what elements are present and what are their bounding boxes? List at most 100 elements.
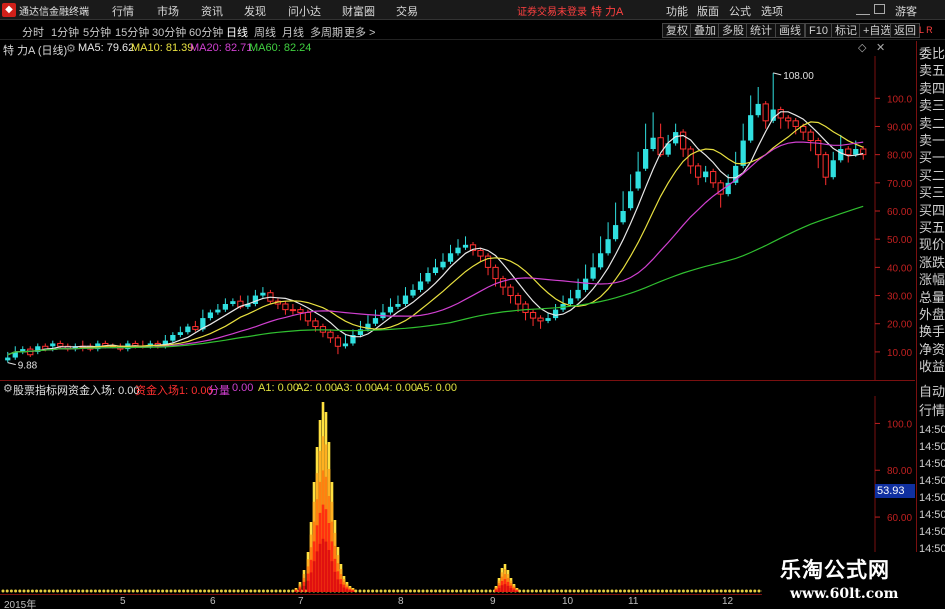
period-monthly[interactable]: 月线 bbox=[282, 24, 304, 40]
panel-tab[interactable]: 自动 bbox=[919, 382, 945, 401]
baseline-dot bbox=[652, 589, 656, 593]
baseline-dot bbox=[665, 589, 669, 593]
period-multi[interactable]: 多周期 bbox=[310, 24, 343, 40]
baseline-dot bbox=[694, 589, 698, 593]
candle-body bbox=[785, 117, 792, 122]
indicator-header: ⚙ 股票指标网 资金入场: 0.00 资金入场1: 0.00 分量 0.00 A… bbox=[0, 380, 915, 397]
indicator-settings-icon[interactable]: ⚙ bbox=[3, 382, 13, 395]
menu-news[interactable]: 资讯 bbox=[201, 3, 223, 19]
indicator-bar bbox=[494, 590, 498, 592]
settings-icon[interactable]: ⚙ bbox=[66, 42, 76, 55]
baseline-dot bbox=[89, 589, 93, 593]
candle-body bbox=[230, 301, 236, 304]
indicator-bar bbox=[318, 543, 322, 592]
close-chart-icon[interactable]: ✕ bbox=[876, 41, 885, 54]
guest-label[interactable]: 游客 bbox=[895, 3, 917, 19]
baseline-dot bbox=[270, 589, 274, 593]
period-30min[interactable]: 30分钟 bbox=[152, 24, 186, 40]
baseline-dot bbox=[186, 589, 190, 593]
a4-value: A4: 0.00 bbox=[376, 382, 417, 394]
maximize-button[interactable] bbox=[874, 4, 885, 14]
baseline-dot bbox=[211, 589, 215, 593]
baseline-dot bbox=[215, 589, 219, 593]
candle-body bbox=[207, 312, 213, 319]
multi-stock-button[interactable]: 多股 bbox=[718, 23, 748, 38]
candle-body bbox=[260, 292, 266, 296]
menu-ask[interactable]: 问小达 bbox=[288, 3, 321, 19]
menu-quotes[interactable]: 行情 bbox=[112, 3, 134, 19]
baseline-dot bbox=[618, 589, 622, 593]
mark-button[interactable]: 标记 bbox=[831, 23, 861, 38]
indicator-bar bbox=[333, 571, 337, 592]
expand-icon[interactable]: ◇ bbox=[858, 41, 866, 54]
baseline-dot bbox=[660, 589, 664, 593]
menu-options[interactable]: 选项 bbox=[761, 3, 783, 19]
panel-tab[interactable]: 行情 bbox=[919, 401, 945, 420]
period-intraday[interactable]: 分时 bbox=[22, 24, 44, 40]
candle-body bbox=[312, 320, 319, 328]
tick-time: 14:50 bbox=[919, 526, 945, 538]
period-60min[interactable]: 60分钟 bbox=[189, 24, 223, 40]
baseline-dot bbox=[534, 589, 538, 593]
baseline-dot bbox=[148, 589, 152, 593]
candle-body bbox=[635, 171, 641, 189]
app-logo-icon: ◆ bbox=[2, 3, 16, 17]
baseline-dot bbox=[190, 589, 194, 593]
menu-trade[interactable]: 交易 bbox=[396, 3, 418, 19]
f10-button[interactable]: F10 bbox=[805, 23, 832, 38]
baseline-dot bbox=[450, 589, 454, 593]
ma60-value: MA60: 82.24 bbox=[249, 42, 312, 54]
candle-body bbox=[755, 103, 761, 116]
overlay-button[interactable]: 叠加 bbox=[690, 23, 720, 38]
quote-field-label: 换手 bbox=[919, 324, 945, 340]
baseline-dot bbox=[669, 589, 673, 593]
statistics-button[interactable]: 统计 bbox=[746, 23, 776, 38]
restore-rights-button[interactable]: 复权 bbox=[662, 23, 692, 38]
menu-wealth[interactable]: 财富圈 bbox=[342, 3, 375, 19]
period-weekly[interactable]: 周线 bbox=[254, 24, 276, 40]
baseline-dot bbox=[85, 589, 89, 593]
period-1min[interactable]: 1分钟 bbox=[51, 24, 79, 40]
baseline-dot bbox=[18, 589, 22, 593]
draw-line-button[interactable]: 画线 bbox=[775, 23, 805, 38]
candle-body bbox=[334, 337, 342, 347]
baseline-dot bbox=[362, 589, 366, 593]
indicator-bar bbox=[351, 590, 355, 592]
baseline-dot bbox=[182, 589, 186, 593]
menu-market[interactable]: 市场 bbox=[157, 3, 179, 19]
panel-toggle[interactable]: L R bbox=[919, 25, 933, 35]
menu-function[interactable]: 功能 bbox=[666, 3, 688, 19]
baseline-dot bbox=[165, 589, 169, 593]
back-button[interactable]: 返回 bbox=[890, 23, 920, 38]
baseline-dot bbox=[194, 589, 198, 593]
baseline-dot bbox=[68, 589, 72, 593]
candlestick-chart[interactable]: 100.0 90.00 80.00 70.00 60.00 50.00 40.00 30.00… bbox=[0, 56, 915, 380]
baseline-dot bbox=[123, 589, 127, 593]
period-daily[interactable]: 日线 bbox=[226, 24, 248, 40]
quote-field-label: 卖二 bbox=[919, 115, 945, 131]
login-status[interactable]: 证券交易未登录 bbox=[517, 3, 587, 18]
candle-body bbox=[838, 149, 844, 161]
baseline-dot bbox=[169, 589, 173, 593]
baseline-dot bbox=[728, 589, 732, 593]
baseline-dot bbox=[644, 589, 648, 593]
menu-layout[interactable]: 版面 bbox=[697, 3, 719, 19]
period-5min[interactable]: 5分钟 bbox=[83, 24, 111, 40]
period-more[interactable]: 更多 > bbox=[344, 24, 375, 40]
menu-formula[interactable]: 公式 bbox=[729, 3, 751, 19]
high-price-label: 108.00 bbox=[783, 71, 814, 82]
baseline-dot bbox=[1, 589, 5, 593]
baseline-dot bbox=[240, 589, 244, 593]
baseline-dot bbox=[140, 589, 144, 593]
baseline-dot bbox=[757, 589, 761, 593]
minimize-button[interactable] bbox=[856, 3, 870, 15]
date-tick: 8 bbox=[398, 596, 404, 607]
price-tick-label: 70.00 bbox=[887, 179, 912, 190]
baseline-dot bbox=[5, 589, 9, 593]
period-15min[interactable]: 15分钟 bbox=[115, 24, 149, 40]
menu-discover[interactable]: 发现 bbox=[244, 3, 266, 19]
baseline-dot bbox=[249, 589, 253, 593]
watermark-url: www.60lt.com bbox=[790, 586, 899, 602]
candle-body bbox=[680, 131, 687, 150]
baseline-dot bbox=[686, 589, 690, 593]
